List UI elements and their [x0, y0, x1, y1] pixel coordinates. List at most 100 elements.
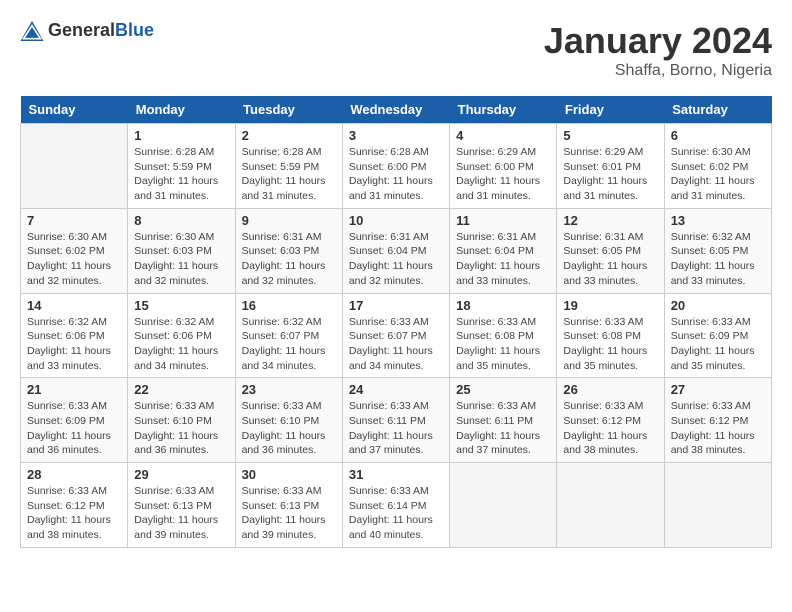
calendar-header-day: Thursday — [450, 96, 557, 124]
day-info: Sunrise: 6:33 AM Sunset: 6:11 PM Dayligh… — [456, 399, 550, 458]
day-number: 4 — [456, 128, 550, 143]
calendar-cell — [21, 124, 128, 209]
day-info: Sunrise: 6:33 AM Sunset: 6:08 PM Dayligh… — [563, 315, 657, 374]
day-info: Sunrise: 6:31 AM Sunset: 6:05 PM Dayligh… — [563, 230, 657, 289]
day-number: 9 — [242, 213, 336, 228]
calendar-header-day: Monday — [128, 96, 235, 124]
day-number: 18 — [456, 298, 550, 313]
calendar-cell: 8 Sunrise: 6:30 AM Sunset: 6:03 PM Daylig… — [128, 208, 235, 293]
day-info: Sunrise: 6:31 AM Sunset: 6:03 PM Dayligh… — [242, 230, 336, 289]
day-number: 21 — [27, 382, 121, 397]
calendar-cell: 12 Sunrise: 6:31 AM Sunset: 6:05 PM Dayli… — [557, 208, 664, 293]
calendar-header-day: Friday — [557, 96, 664, 124]
calendar-cell: 14 Sunrise: 6:32 AM Sunset: 6:06 PM Dayli… — [21, 293, 128, 378]
day-info: Sunrise: 6:33 AM Sunset: 6:13 PM Dayligh… — [134, 484, 228, 543]
calendar-cell: 31 Sunrise: 6:33 AM Sunset: 6:14 PM Dayli… — [342, 463, 449, 548]
day-number: 24 — [349, 382, 443, 397]
calendar-cell: 17Sunrise: 6:33 AM Sunset: 6:07 PM Dayli… — [342, 293, 449, 378]
page-header: GeneralBlue January 2024 Shaffa, Borno, … — [20, 20, 772, 80]
calendar-cell: 3 Sunrise: 6:28 AM Sunset: 6:00 PM Daylig… — [342, 124, 449, 209]
calendar-cell: 23Sunrise: 6:33 AM Sunset: 6:10 PM Dayli… — [235, 378, 342, 463]
calendar-cell: 20 Sunrise: 6:33 AM Sunset: 6:09 PM Dayli… — [664, 293, 771, 378]
day-info: Sunrise: 6:33 AM Sunset: 6:09 PM Dayligh… — [671, 315, 765, 374]
day-info: Sunrise: 6:33 AM Sunset: 6:11 PM Dayligh… — [349, 399, 443, 458]
day-number: 2 — [242, 128, 336, 143]
day-info: Sunrise: 6:30 AM Sunset: 6:02 PM Dayligh… — [671, 145, 765, 204]
day-number: 30 — [242, 467, 336, 482]
calendar-header-day: Wednesday — [342, 96, 449, 124]
calendar-cell: 10Sunrise: 6:31 AM Sunset: 6:04 PM Dayli… — [342, 208, 449, 293]
day-number: 14 — [27, 298, 121, 313]
day-number: 1 — [134, 128, 228, 143]
calendar-cell: 27 Sunrise: 6:33 AM Sunset: 6:12 PM Dayli… — [664, 378, 771, 463]
calendar-cell: 22 Sunrise: 6:33 AM Sunset: 6:10 PM Dayli… — [128, 378, 235, 463]
month-title: January 2024 — [544, 20, 772, 62]
day-number: 16 — [242, 298, 336, 313]
day-number: 17 — [349, 298, 443, 313]
day-info: Sunrise: 6:33 AM Sunset: 6:10 PM Dayligh… — [134, 399, 228, 458]
day-number: 11 — [456, 213, 550, 228]
day-info: Sunrise: 6:29 AM Sunset: 6:01 PM Dayligh… — [563, 145, 657, 204]
day-number: 19 — [563, 298, 657, 313]
calendar-header-row: SundayMondayTuesdayWednesdayThursdayFrid… — [21, 96, 772, 124]
day-number: 23 — [242, 382, 336, 397]
calendar-cell: 29Sunrise: 6:33 AM Sunset: 6:13 PM Dayli… — [128, 463, 235, 548]
day-info: Sunrise: 6:31 AM Sunset: 6:04 PM Dayligh… — [349, 230, 443, 289]
day-number: 6 — [671, 128, 765, 143]
day-info: Sunrise: 6:30 AM Sunset: 6:03 PM Dayligh… — [134, 230, 228, 289]
calendar-cell: 30 Sunrise: 6:33 AM Sunset: 6:13 PM Dayli… — [235, 463, 342, 548]
calendar-cell: 11 Sunrise: 6:31 AM Sunset: 6:04 PM Dayli… — [450, 208, 557, 293]
logo-icon — [20, 21, 44, 41]
day-info: Sunrise: 6:33 AM Sunset: 6:08 PM Dayligh… — [456, 315, 550, 374]
day-number: 7 — [27, 213, 121, 228]
day-info: Sunrise: 6:33 AM Sunset: 6:09 PM Dayligh… — [27, 399, 121, 458]
day-number: 5 — [563, 128, 657, 143]
day-number: 13 — [671, 213, 765, 228]
calendar-cell: 2 Sunrise: 6:28 AM Sunset: 5:59 PM Daylig… — [235, 124, 342, 209]
calendar-cell: 19 Sunrise: 6:33 AM Sunset: 6:08 PM Dayli… — [557, 293, 664, 378]
calendar-cell: 5 Sunrise: 6:29 AM Sunset: 6:01 PM Daylig… — [557, 124, 664, 209]
day-info: Sunrise: 6:32 AM Sunset: 6:06 PM Dayligh… — [134, 315, 228, 374]
day-number: 26 — [563, 382, 657, 397]
day-info: Sunrise: 6:30 AM Sunset: 6:02 PM Dayligh… — [27, 230, 121, 289]
day-info: Sunrise: 6:28 AM Sunset: 6:00 PM Dayligh… — [349, 145, 443, 204]
calendar-table: SundayMondayTuesdayWednesdayThursdayFrid… — [20, 96, 772, 548]
day-info: Sunrise: 6:33 AM Sunset: 6:13 PM Dayligh… — [242, 484, 336, 543]
day-info: Sunrise: 6:33 AM Sunset: 6:12 PM Dayligh… — [671, 399, 765, 458]
logo: GeneralBlue — [20, 20, 154, 41]
calendar-cell — [557, 463, 664, 548]
day-info: Sunrise: 6:32 AM Sunset: 6:05 PM Dayligh… — [671, 230, 765, 289]
day-number: 27 — [671, 382, 765, 397]
calendar-cell: 26Sunrise: 6:33 AM Sunset: 6:12 PM Dayli… — [557, 378, 664, 463]
calendar-cell: 1Sunrise: 6:28 AM Sunset: 5:59 PM Daylig… — [128, 124, 235, 209]
day-info: Sunrise: 6:29 AM Sunset: 6:00 PM Dayligh… — [456, 145, 550, 204]
day-info: Sunrise: 6:31 AM Sunset: 6:04 PM Dayligh… — [456, 230, 550, 289]
calendar-cell: 9 Sunrise: 6:31 AM Sunset: 6:03 PM Daylig… — [235, 208, 342, 293]
calendar-cell: 4 Sunrise: 6:29 AM Sunset: 6:00 PM Daylig… — [450, 124, 557, 209]
calendar-week-row: 28Sunrise: 6:33 AM Sunset: 6:12 PM Dayli… — [21, 463, 772, 548]
day-number: 12 — [563, 213, 657, 228]
day-number: 8 — [134, 213, 228, 228]
day-info: Sunrise: 6:32 AM Sunset: 6:07 PM Dayligh… — [242, 315, 336, 374]
calendar-week-row: 14 Sunrise: 6:32 AM Sunset: 6:06 PM Dayli… — [21, 293, 772, 378]
day-number: 31 — [349, 467, 443, 482]
day-number: 28 — [27, 467, 121, 482]
calendar-cell: 24 Sunrise: 6:33 AM Sunset: 6:11 PM Dayli… — [342, 378, 449, 463]
day-number: 20 — [671, 298, 765, 313]
day-info: Sunrise: 6:32 AM Sunset: 6:06 PM Dayligh… — [27, 315, 121, 374]
calendar-cell — [450, 463, 557, 548]
calendar-cell: 15Sunrise: 6:32 AM Sunset: 6:06 PM Dayli… — [128, 293, 235, 378]
day-info: Sunrise: 6:33 AM Sunset: 6:14 PM Dayligh… — [349, 484, 443, 543]
calendar-cell: 21 Sunrise: 6:33 AM Sunset: 6:09 PM Dayli… — [21, 378, 128, 463]
calendar-header-day: Sunday — [21, 96, 128, 124]
title-area: January 2024 Shaffa, Borno, Nigeria — [544, 20, 772, 80]
location: Shaffa, Borno, Nigeria — [544, 62, 772, 80]
day-info: Sunrise: 6:28 AM Sunset: 5:59 PM Dayligh… — [242, 145, 336, 204]
calendar-cell: 7 Sunrise: 6:30 AM Sunset: 6:02 PM Daylig… — [21, 208, 128, 293]
calendar-cell: 28Sunrise: 6:33 AM Sunset: 6:12 PM Dayli… — [21, 463, 128, 548]
calendar-header-day: Saturday — [664, 96, 771, 124]
calendar-header-day: Tuesday — [235, 96, 342, 124]
day-number: 3 — [349, 128, 443, 143]
calendar-body: 1 Sunrise: 6:28 AM Sunset: 5:59 PM Daylig… — [21, 124, 772, 548]
day-number: 22 — [134, 382, 228, 397]
